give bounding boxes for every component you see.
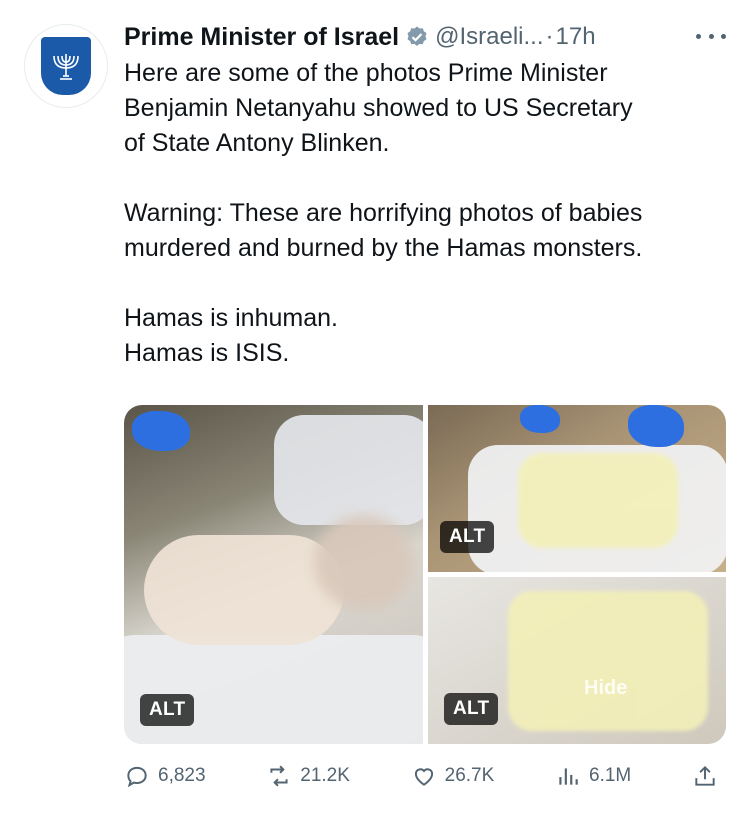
- tweet-text: Here are some of the photos Prime Minist…: [124, 59, 643, 367]
- sheet-shape: [124, 635, 423, 744]
- share-icon: [695, 765, 715, 786]
- author-name[interactable]: Prime Minister of Israel: [124, 23, 399, 52]
- media-image-2[interactable]: ALT: [428, 405, 726, 572]
- emblem-icon: [41, 37, 91, 95]
- author-handle[interactable]: @Israeli...: [435, 23, 543, 51]
- reply-count: 6,823: [158, 765, 206, 786]
- alt-badge[interactable]: ALT: [440, 521, 495, 553]
- avatar[interactable]: [24, 24, 108, 108]
- media-image-1[interactable]: ALT: [124, 405, 423, 744]
- views-count: 6.1M: [589, 765, 632, 786]
- glove-shape: [520, 405, 560, 433]
- glove-shape: [132, 411, 190, 451]
- views-icon: [559, 768, 578, 785]
- sheet-shape: [274, 415, 423, 525]
- blurred-region: [314, 515, 414, 610]
- blurred-region: [518, 453, 678, 548]
- tweet-header: Prime Minister of Israel @Israeli... · 1…: [124, 20, 734, 54]
- media-grid: ALT ALT Hide ALT: [124, 405, 726, 744]
- separator-dot: ·: [545, 23, 554, 50]
- blurred-region: [508, 591, 708, 731]
- like-count: 26.7K: [444, 765, 495, 786]
- share-button[interactable]: [692, 763, 726, 789]
- media-image-3[interactable]: Hide ALT: [428, 577, 726, 744]
- reply-button[interactable]: 6,823: [124, 763, 206, 789]
- timestamp[interactable]: 17h: [556, 23, 596, 51]
- reply-icon: [127, 766, 147, 788]
- body-shape: [144, 535, 344, 645]
- repost-count: 21.2K: [300, 765, 350, 786]
- hide-label[interactable]: Hide: [584, 677, 627, 700]
- like-icon: [414, 768, 433, 786]
- action-bar: 6,823 21.2K 26.7K 6.1M: [124, 756, 726, 796]
- verified-badge-icon: [405, 25, 429, 49]
- views-button[interactable]: 6.1M: [555, 763, 631, 789]
- like-button[interactable]: 26.7K: [411, 763, 495, 789]
- repost-button[interactable]: 21.2K: [266, 763, 350, 789]
- more-icon[interactable]: [696, 26, 726, 46]
- repost-icon: [270, 765, 288, 787]
- glove-shape: [628, 405, 684, 447]
- alt-badge[interactable]: ALT: [444, 693, 499, 725]
- alt-badge[interactable]: ALT: [140, 694, 195, 726]
